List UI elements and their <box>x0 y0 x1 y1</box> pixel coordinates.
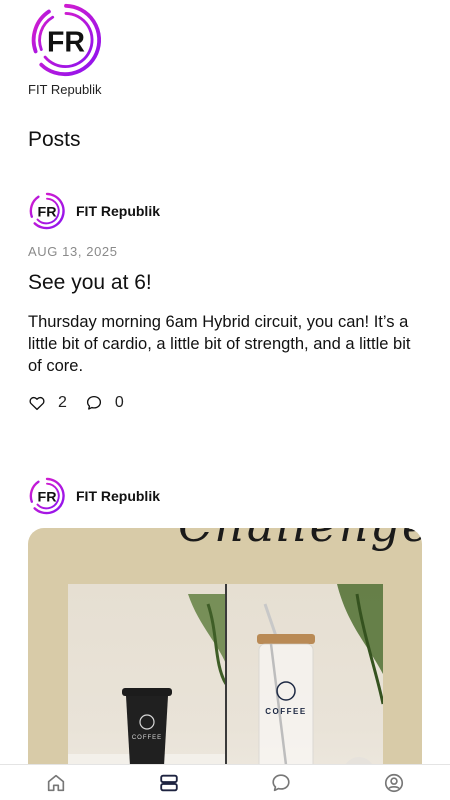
brand-logo: FR <box>28 2 104 78</box>
comment-icon <box>86 395 101 410</box>
like-count: 2 <box>58 394 67 411</box>
post-author[interactable]: FR FIT Republik <box>28 477 422 515</box>
home-icon <box>48 774 65 791</box>
page-title: Posts <box>28 128 81 151</box>
bottom-nav <box>0 764 450 800</box>
post-title: See you at 6! <box>28 271 152 294</box>
nav-home[interactable] <box>36 765 76 800</box>
brand-logo-mark: FR <box>31 3 102 77</box>
post-author[interactable]: FR FIT Republik <box>28 192 422 230</box>
nav-chat[interactable] <box>261 765 301 800</box>
svg-text:COFFEE: COFFEE <box>132 735 162 741</box>
svg-text:FR: FR <box>38 205 57 221</box>
post-body: Thursday morning 6am Hybrid circuit, you… <box>28 313 411 375</box>
svg-text:COFFEE: COFFEE <box>265 707 306 716</box>
author-avatar: FR <box>29 477 65 515</box>
post-date: AUG 13, 2025 <box>28 244 118 259</box>
comment-button[interactable]: 0 <box>85 394 124 412</box>
post-image-script-text: Challenge <box>178 528 422 552</box>
author-name: FIT Republik <box>76 488 160 504</box>
author-name: FIT Republik <box>76 203 160 219</box>
nav-posts[interactable] <box>149 765 189 800</box>
heart-icon <box>29 396 45 411</box>
like-button[interactable]: 2 <box>28 394 67 412</box>
svg-text:FR: FR <box>47 26 85 58</box>
brand-name: FIT Republik <box>28 82 102 97</box>
post-image[interactable]: Challenge COFFEE COFFEE <box>28 528 422 800</box>
profile-icon <box>384 773 403 792</box>
svg-text:FR: FR <box>38 490 57 506</box>
post-actions: 2 0 <box>28 391 422 415</box>
nav-profile[interactable] <box>374 765 414 800</box>
post-card[interactable]: FR FIT Republik AUG 13, 2025 See you at … <box>28 192 422 415</box>
post-card[interactable]: FR FIT Republik <box>28 477 422 515</box>
comment-count: 0 <box>114 394 124 411</box>
posts-icon <box>160 774 178 791</box>
chat-icon <box>272 773 290 791</box>
author-avatar: FR <box>29 192 65 230</box>
